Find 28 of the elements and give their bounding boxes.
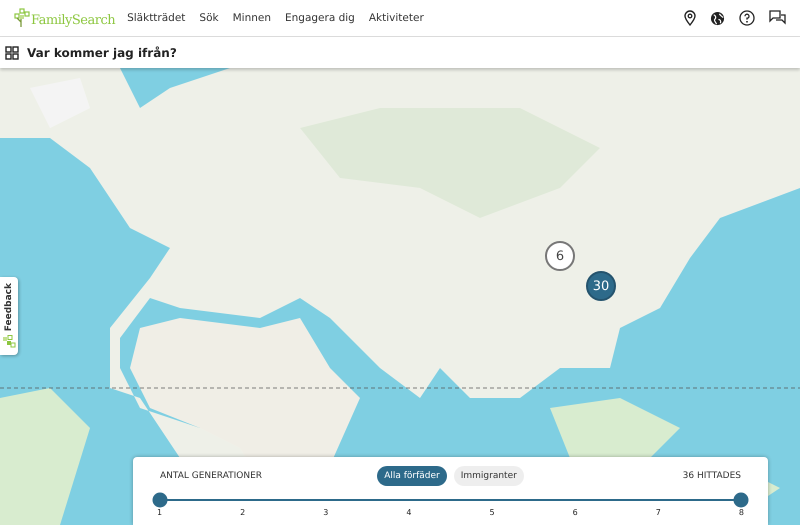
tick-label: 4	[406, 508, 412, 517]
help-icon[interactable]	[739, 10, 755, 26]
nav-link[interactable]: Engagera dig	[285, 12, 355, 24]
generations-label: ANTAL GENERATIONER	[160, 471, 264, 481]
tick-label: 6	[572, 508, 578, 517]
tree-icon	[2, 335, 16, 350]
tick-label: 5	[490, 508, 495, 517]
feedback-tab[interactable]: Feedback	[0, 277, 18, 356]
filter-chip[interactable]: Alla förfäder	[377, 466, 447, 486]
slider-thumb[interactable]	[734, 492, 748, 507]
tick-label: 1	[157, 508, 162, 517]
location-pin-icon[interactable]	[684, 10, 696, 26]
globe-icon[interactable]	[710, 10, 725, 26]
tick-label: 2	[240, 508, 246, 517]
tick-label: 3	[323, 508, 328, 517]
filter-chip[interactable]: Immigranter	[454, 466, 524, 486]
chat-icon[interactable]	[769, 10, 786, 26]
tick-label: 8	[738, 508, 744, 517]
slider-thumb[interactable]	[152, 492, 168, 507]
grid-icon[interactable]	[5, 46, 19, 60]
nav-link[interactable]: Sök	[199, 12, 219, 24]
tick-label: 7	[656, 508, 661, 517]
nav-link[interactable]: Aktiviteter	[368, 12, 424, 24]
found-count: 36 HITTADES	[682, 471, 742, 481]
tree-icon	[14, 8, 30, 28]
nav-link[interactable]: Släktträdet	[127, 12, 186, 24]
page-title: Var kommer jag ifrån?	[27, 46, 177, 60]
nav-link[interactable]: Minnen	[232, 12, 271, 24]
